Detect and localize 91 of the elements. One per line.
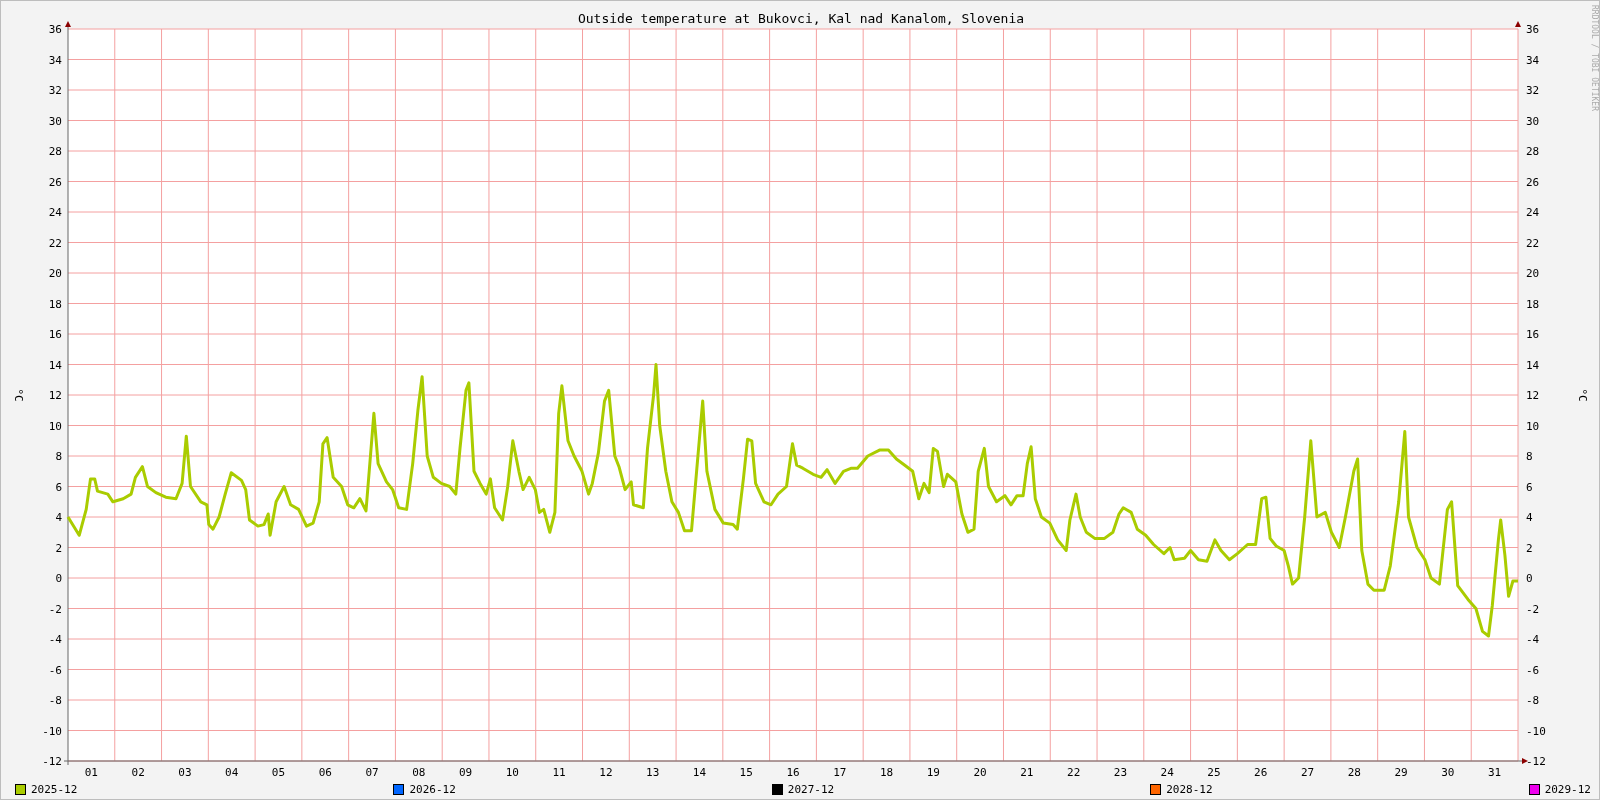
credit-text: RRDTOOL / TOBI OETIKER: [1590, 5, 1599, 111]
x-tick-label: 14: [692, 766, 707, 779]
y-tick-label: 24: [48, 206, 62, 219]
x-tick-label: 20: [973, 766, 987, 779]
y-tick-label: 8: [55, 450, 62, 463]
y-tick-label: -10: [42, 724, 62, 738]
legend-label: 2025-12: [31, 782, 78, 796]
y-tick-label: -10: [1526, 724, 1546, 738]
x-tick-label: 12: [599, 766, 613, 779]
x-tick-label: 29: [1394, 766, 1408, 779]
x-tick-label: 17: [833, 766, 847, 779]
y-tick-label: 12: [48, 389, 62, 402]
x-tick-label: 05: [271, 766, 286, 779]
chart-title: Outside temperature at Bukovci, Kal nad Kanalom, Slovenia: [577, 11, 1025, 26]
y-tick-label: -6: [1526, 663, 1540, 677]
y-tick-label: 6: [55, 480, 62, 494]
y-tick-label: 24: [1526, 206, 1540, 219]
y-tick-label: 0: [55, 572, 62, 585]
y-tick-label: -8: [48, 694, 62, 707]
y-tick-label: 30: [48, 114, 62, 128]
y-tick-label: 6: [1526, 480, 1533, 494]
x-tick-label: 11: [552, 766, 566, 779]
y-tick-label: 12: [1526, 389, 1540, 402]
x-tick-label: 22: [1067, 766, 1081, 779]
y-tick-label: -12: [42, 755, 62, 768]
x-tick-label: 04: [225, 766, 239, 779]
x-tick-label: 09: [458, 766, 473, 779]
legend-label: 2027-12: [787, 782, 835, 796]
y-tick-label: -4: [1526, 633, 1540, 646]
x-tick-label: 15: [739, 766, 753, 779]
y-tick-label: 4: [1526, 511, 1533, 524]
x-tick-label: 16: [786, 766, 800, 779]
right-y-axis: [1515, 21, 1521, 27]
legend-label: 2029-12: [1544, 782, 1591, 796]
y-tick-label: 26: [1526, 175, 1540, 189]
x-tick-label: 25: [1207, 766, 1221, 779]
y-tick-label: -2: [1526, 602, 1540, 616]
y-tick-label: 14: [1526, 358, 1540, 372]
x-tick-label: 13: [646, 766, 660, 779]
y-tick-label: 20: [48, 267, 62, 280]
y-tick-label: -6: [48, 663, 62, 677]
x-tick-label: 31: [1488, 766, 1502, 779]
x-tick-label: 23: [1113, 766, 1128, 779]
x-tick-label: 27: [1300, 766, 1315, 779]
y-tick-label: 14: [48, 358, 62, 372]
legend-label: 2026-12: [409, 782, 456, 796]
y-tick-label: 10: [1526, 419, 1540, 433]
x-tick-label: 28: [1347, 766, 1361, 779]
y-tick-label: 18: [1526, 297, 1540, 311]
y-tick-label: 34: [48, 53, 62, 67]
y-tick-label: -8: [1526, 694, 1540, 707]
y-tick-label: 8: [1526, 450, 1533, 463]
y-tick-label: 28: [1526, 145, 1540, 158]
y-tick-label: 10: [48, 419, 62, 433]
y-tick-label: 36: [48, 23, 62, 36]
y-tick-label: 4: [55, 511, 62, 524]
y-tick-label: 20: [1526, 267, 1540, 280]
y-tick-label: 2: [1526, 541, 1533, 555]
y-tick-label: 30: [1526, 114, 1540, 128]
y-tick-label: 22: [48, 236, 62, 250]
y-tick-label: -2: [48, 602, 62, 616]
y-tick-label: 34: [1526, 53, 1540, 67]
legend-label: 2028-12: [1166, 782, 1213, 796]
x-tick-label: 10: [505, 766, 519, 779]
x-tick-label: 19: [926, 766, 940, 779]
y-tick-label: 28: [48, 145, 62, 158]
x-tick-label: 21: [1020, 766, 1034, 779]
x-tick-label: 24: [1160, 766, 1174, 779]
x-tick-label: 01: [84, 766, 98, 779]
x-tick-label: 08: [412, 766, 426, 779]
y-tick-label: 26: [48, 175, 62, 189]
y-tick-label: 16: [1526, 328, 1540, 341]
x-tick-label: 26: [1254, 766, 1268, 779]
x-tick-label: 06: [318, 766, 332, 779]
y-tick-label: 22: [1526, 236, 1540, 250]
x-tick-label: 02: [131, 766, 145, 779]
y-tick-label: -4: [48, 633, 62, 646]
x-tick-label: 03: [178, 766, 192, 779]
y-tick-label: 32: [48, 84, 62, 97]
y-tick-label: 32: [1526, 84, 1540, 97]
y-tick-label: 36: [1526, 23, 1540, 36]
x-tick-label: 30: [1441, 766, 1455, 779]
y-tick-label: 16: [48, 328, 62, 341]
x-tick-label: 18: [879, 766, 894, 779]
y-tick-label: 18: [48, 297, 62, 311]
y-axis-label: °C: [1576, 388, 1589, 402]
y-tick-label: 2: [55, 541, 62, 555]
y-axis-label: °C: [12, 388, 25, 402]
y-tick-label: 0: [1526, 572, 1533, 585]
x-tick-label: 07: [365, 766, 379, 779]
y-tick-label: -12: [1526, 755, 1546, 768]
